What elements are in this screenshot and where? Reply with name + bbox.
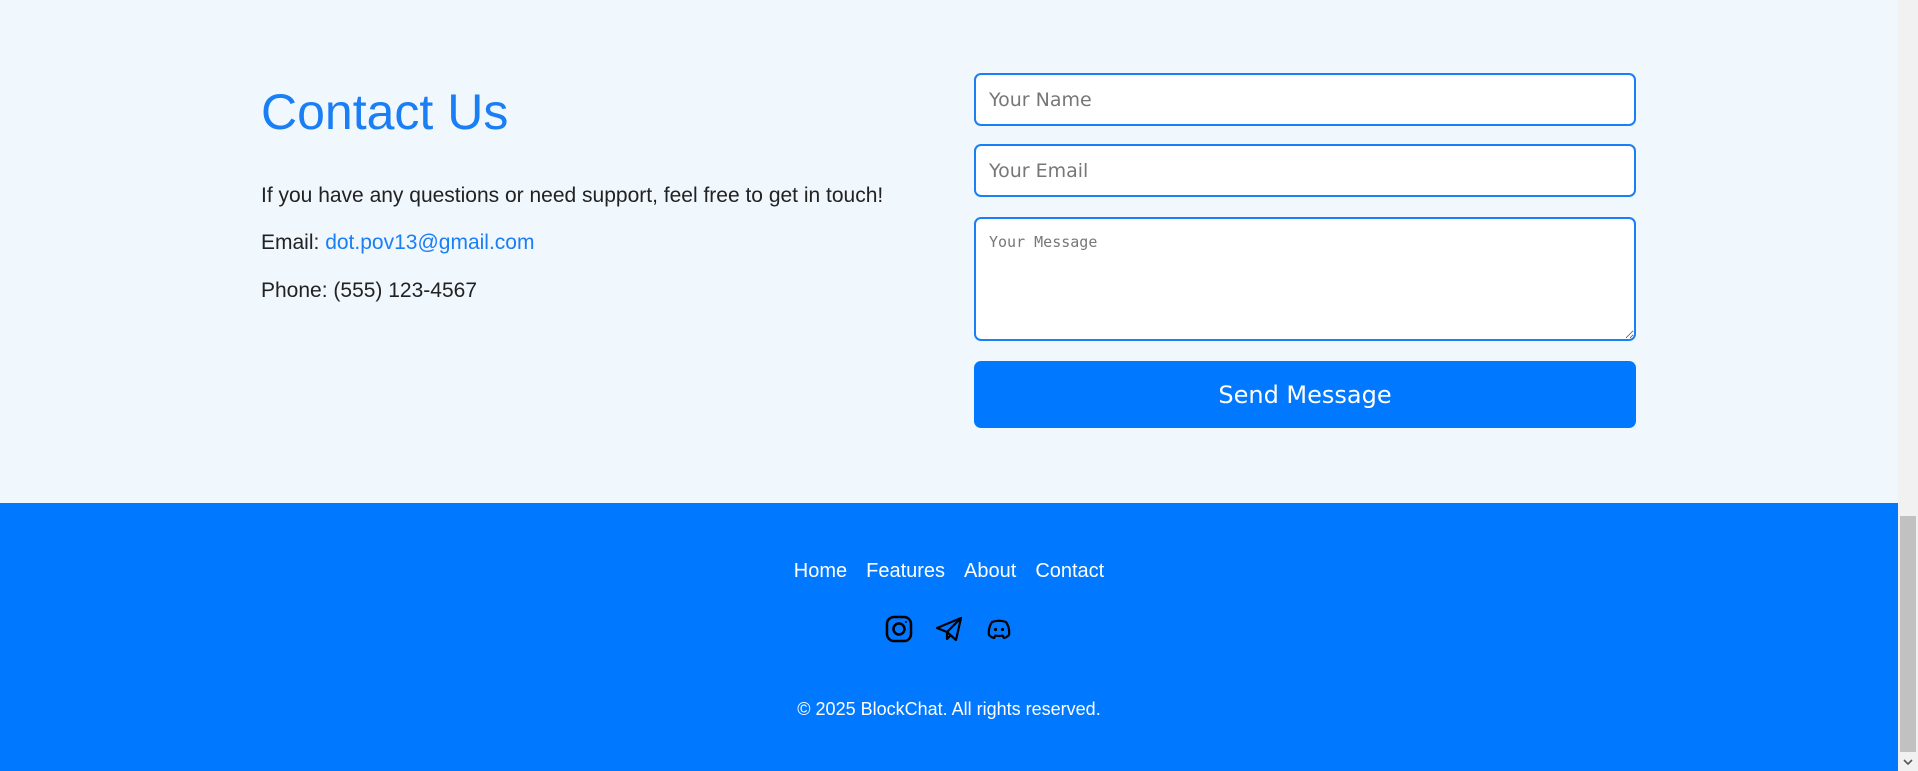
- page: Contact Us If you have any questions or …: [0, 0, 1898, 771]
- copyright-text: © 2025 BlockChat. All rights reserved.: [797, 699, 1101, 719]
- footer: Home Features About Contact © 2025 Block…: [0, 503, 1898, 771]
- footer-nav-contact[interactable]: Contact: [1035, 558, 1104, 584]
- name-input[interactable]: [974, 73, 1636, 126]
- footer-nav: Home Features About Contact: [0, 558, 1898, 584]
- email-link[interactable]: dot.pov13@gmail.com: [325, 231, 534, 254]
- telegram-icon[interactable]: [934, 614, 964, 644]
- social-icons: [0, 614, 1898, 644]
- email-label: Email:: [261, 231, 320, 254]
- contact-section: Contact Us If you have any questions or …: [0, 0, 1898, 503]
- footer-nav-home[interactable]: Home: [794, 558, 847, 584]
- scroll-down-arrow-icon[interactable]: [1902, 756, 1914, 768]
- email-input[interactable]: [974, 144, 1636, 197]
- footer-nav-features[interactable]: Features: [866, 558, 945, 584]
- vertical-scrollbar[interactable]: [1898, 0, 1918, 771]
- contact-title: Contact Us: [261, 84, 509, 140]
- contact-email-line: Email: dot.pov13@gmail.com: [261, 230, 534, 256]
- instagram-icon[interactable]: [884, 614, 914, 644]
- contact-phone: Phone: (555) 123-4567: [261, 279, 477, 302]
- footer-nav-about[interactable]: About: [964, 558, 1016, 584]
- send-message-button[interactable]: Send Message: [974, 361, 1636, 428]
- scrollbar-thumb[interactable]: [1900, 516, 1916, 752]
- contact-intro: If you have any questions or need suppor…: [261, 184, 884, 207]
- discord-icon[interactable]: [984, 614, 1014, 644]
- message-textarea[interactable]: [974, 217, 1636, 341]
